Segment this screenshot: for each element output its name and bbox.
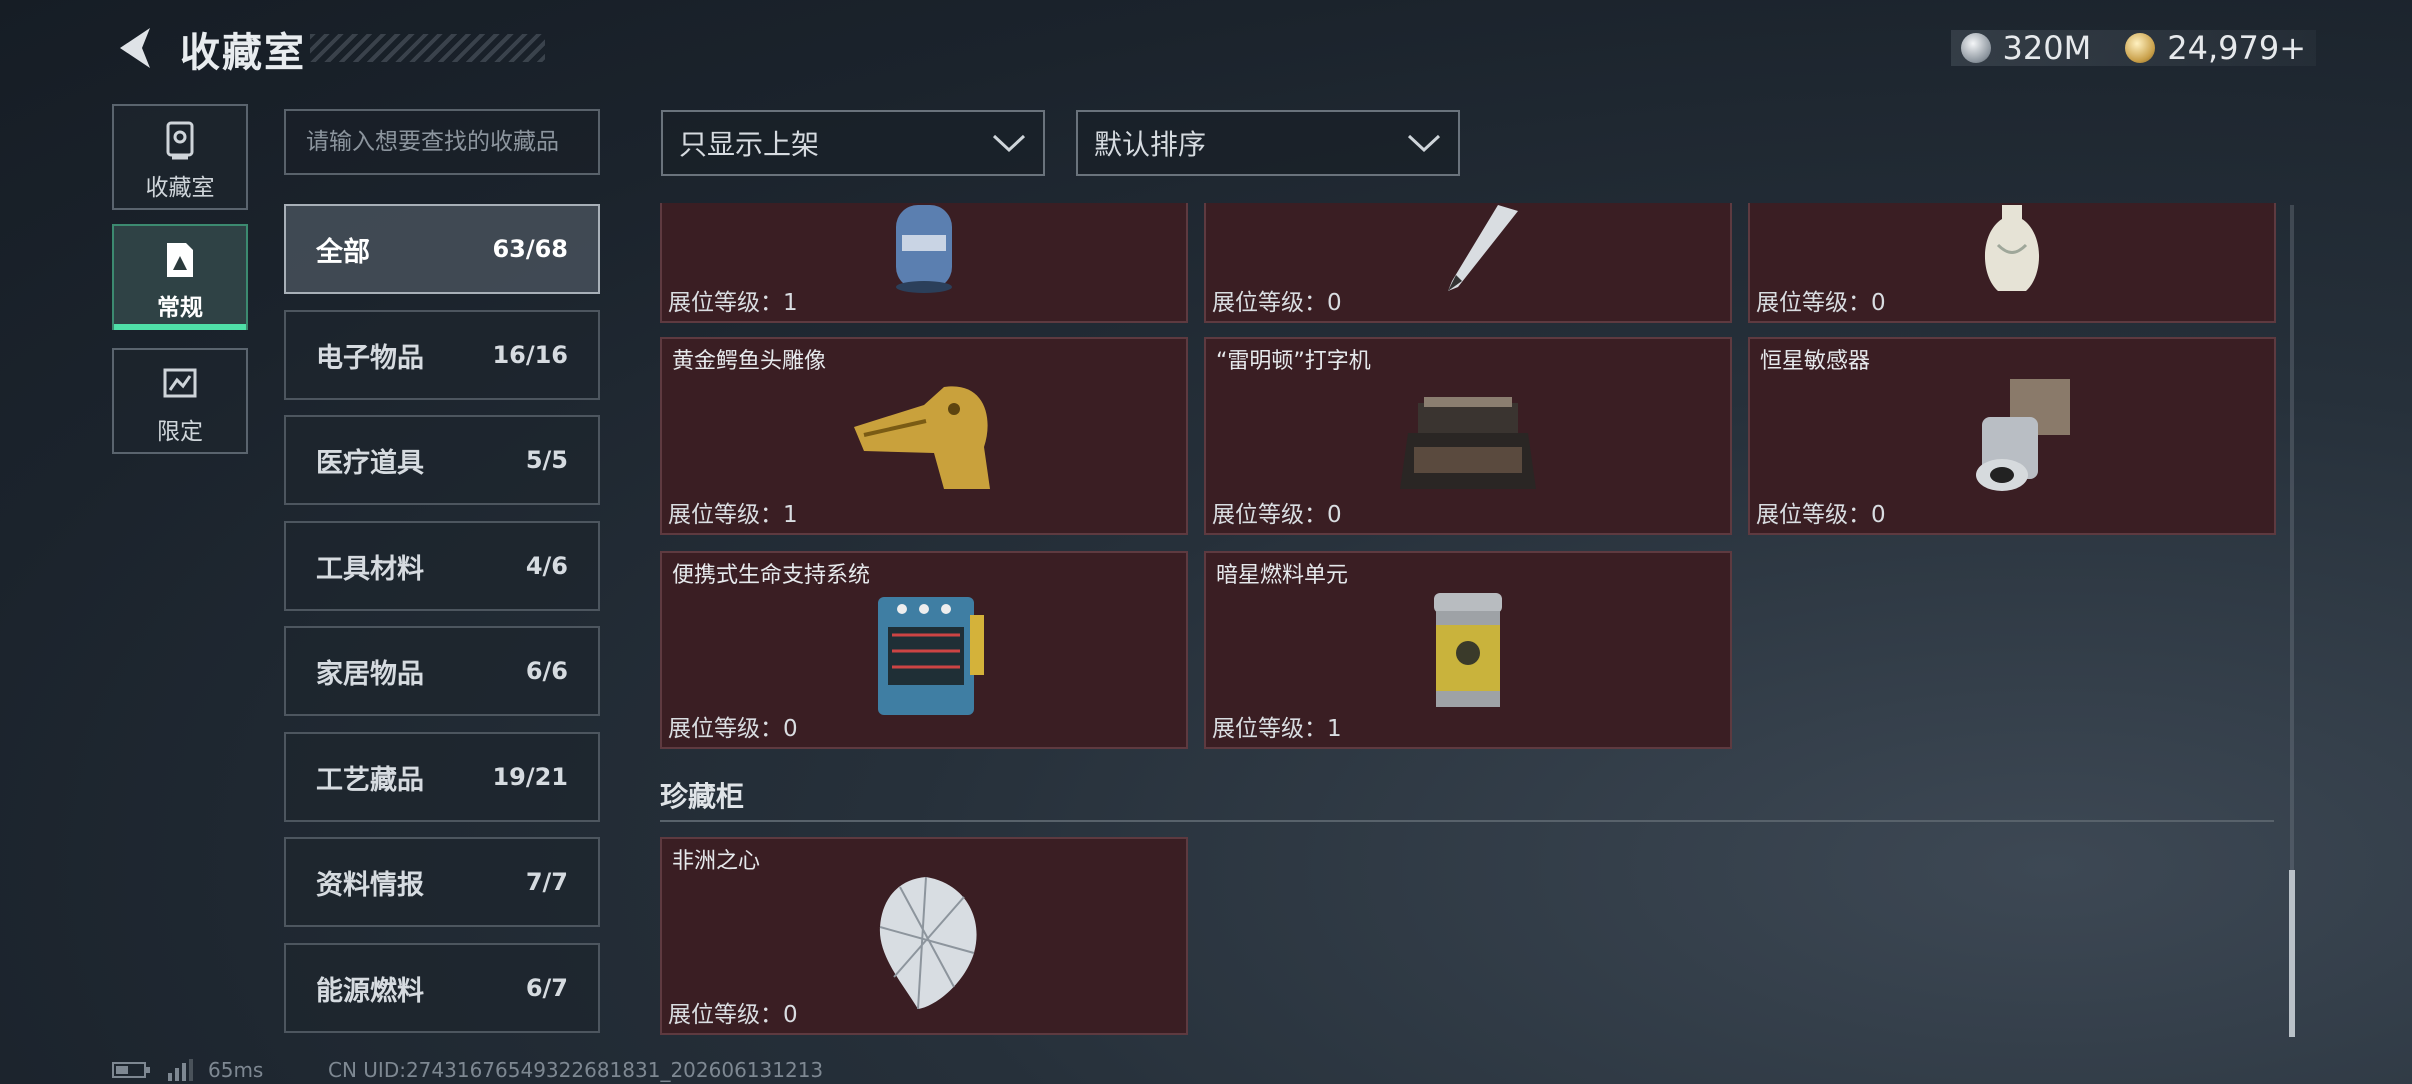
- nav-label: 收藏室: [145, 175, 215, 201]
- currency-bar: 320M 24,979+: [1950, 29, 2316, 67]
- category-electronics[interactable]: 电子物品 16/16: [284, 310, 600, 400]
- category-name: 能源燃料: [316, 975, 424, 1007]
- item-name: 恒星敏感器: [1760, 349, 1871, 374]
- category-name: 资料情报: [316, 869, 424, 901]
- chevron-down-icon: [1407, 134, 1441, 153]
- category-count: 7/7: [525, 868, 568, 896]
- category-count: 16/16: [492, 341, 568, 369]
- item-name: 暗星燃料单元: [1216, 563, 1349, 588]
- star-sensor-icon: [1922, 357, 2102, 517]
- back-arrow-icon[interactable]: [110, 22, 162, 74]
- dropdown-value: 只显示上架: [679, 128, 820, 161]
- collection-card[interactable]: 暗星燃料单元 展位等级：1: [1204, 551, 1732, 749]
- gold-balance: 24,979+: [2167, 29, 2306, 67]
- silver-coin-icon: [1960, 33, 1991, 63]
- status-bar: 65ms: [112, 1058, 263, 1082]
- booth-level: 展位等级：1: [668, 290, 798, 316]
- collection-card[interactable]: 恒星敏感器 展位等级：0: [1748, 337, 2276, 535]
- collection-card[interactable]: 黄金鳄鱼头雕像 展位等级：1: [660, 337, 1188, 535]
- collection-card[interactable]: 非洲之心 展位等级：0: [660, 837, 1188, 1035]
- category-medical[interactable]: 医疗道具 5/5: [284, 415, 600, 505]
- nav-collection-room[interactable]: 收藏室: [112, 104, 248, 210]
- category-count: 4/6: [525, 552, 568, 580]
- dropdown-value: 默认排序: [1094, 128, 1207, 161]
- category-tools[interactable]: 工具材料 4/6: [284, 521, 600, 611]
- search-input[interactable]: [284, 109, 600, 175]
- booth-level: 展位等级：0: [668, 716, 798, 742]
- ping-value: 65ms: [208, 1058, 264, 1082]
- collection-card[interactable]: 展位等级：0: [1748, 203, 2276, 323]
- category-count: 6/7: [525, 974, 568, 1002]
- category-name: 全部: [316, 236, 370, 268]
- category-all[interactable]: 全部 63/68: [284, 204, 600, 294]
- sort-dropdown[interactable]: 默认排序: [1076, 110, 1460, 176]
- category-energy[interactable]: 能源燃料 6/7: [284, 943, 600, 1033]
- gas-canister-icon: [834, 205, 1014, 295]
- map-icon: [163, 368, 197, 398]
- scrollbar-thumb[interactable]: [2289, 870, 2295, 1037]
- item-name: 黄金鳄鱼头雕像: [672, 349, 827, 374]
- signal-icon: [168, 1059, 193, 1081]
- category-crafts[interactable]: 工艺藏品 19/21: [284, 732, 600, 822]
- booth-level: 展位等级：0: [1756, 290, 1886, 316]
- nav-label: 常规: [157, 295, 203, 321]
- category-count: 6/6: [525, 657, 568, 685]
- item-name: “雷明顿”打字机: [1216, 349, 1371, 374]
- collection-card[interactable]: 便携式生命支持系统 展位等级：0: [660, 551, 1188, 749]
- booth-level: 展位等级：0: [668, 1002, 798, 1028]
- category-name: 电子物品: [316, 342, 424, 374]
- collection-card[interactable]: 展位等级：0: [1204, 203, 1732, 323]
- typewriter-icon: [1378, 357, 1558, 517]
- page-title: 收藏室: [180, 30, 306, 76]
- booth-level: 展位等级：0: [1212, 502, 1342, 528]
- category-name: 工具材料: [316, 553, 424, 585]
- safe-icon: [166, 121, 194, 160]
- chevron-down-icon: [992, 134, 1026, 153]
- booth-level: 展位等级：1: [668, 502, 798, 528]
- battery-icon: [112, 1062, 150, 1078]
- item-name: 非洲之心: [672, 849, 761, 874]
- category-name: 工艺藏品: [316, 764, 424, 796]
- booth-level: 展位等级：0: [1756, 502, 1886, 528]
- booth-level: 展位等级：1: [1212, 716, 1342, 742]
- category-name: 医疗道具: [316, 447, 424, 479]
- category-intel[interactable]: 资料情报 7/7: [284, 837, 600, 927]
- document-icon: [167, 243, 193, 277]
- booth-level: 展位等级：0: [1212, 290, 1342, 316]
- category-count: 63/68: [492, 235, 568, 263]
- fuel-cell-icon: [1378, 571, 1558, 731]
- nav-limited[interactable]: 限定: [112, 348, 248, 454]
- category-count: 5/5: [525, 446, 568, 474]
- title-decoration: [310, 34, 545, 62]
- collection-card[interactable]: “雷明顿”打字机 展位等级：0: [1204, 337, 1732, 535]
- user-uid: CN UID:27431676549322681831_202606131213: [328, 1058, 824, 1082]
- nav-regular[interactable]: 常规: [112, 224, 248, 330]
- category-household[interactable]: 家居物品 6/6: [284, 626, 600, 716]
- nav-label: 限定: [157, 419, 203, 445]
- golden-crocodile-statue-icon: [834, 357, 1014, 517]
- section-divider: [660, 820, 2274, 822]
- fountain-pen-icon: [1378, 205, 1558, 295]
- silver-balance: 320M: [2002, 29, 2092, 67]
- gold-coin-icon: [2125, 33, 2156, 63]
- category-count: 19/21: [492, 763, 568, 791]
- diamond-icon: [834, 857, 1014, 1017]
- vase-icon: [1922, 205, 2102, 295]
- shelf-filter-dropdown[interactable]: 只显示上架: [661, 110, 1045, 176]
- collection-card[interactable]: 展位等级：1: [660, 203, 1188, 323]
- category-name: 家居物品: [316, 658, 424, 690]
- life-support-system-icon: [834, 571, 1014, 731]
- section-title: 珍藏柜: [660, 780, 745, 813]
